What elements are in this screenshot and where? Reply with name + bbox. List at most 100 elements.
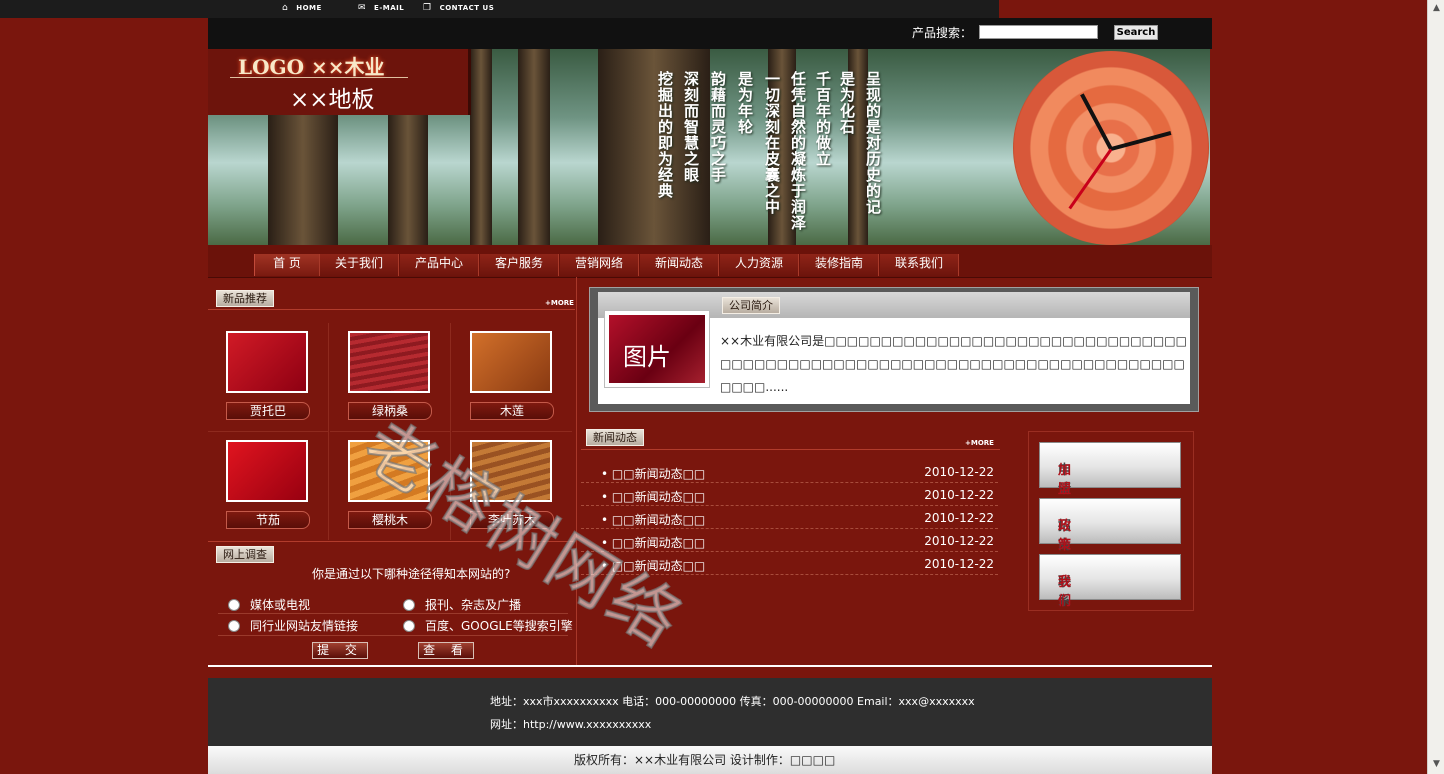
news-item[interactable]: • □□新闻动态□□ 2010-12-22 bbox=[581, 483, 998, 506]
nav-item-marketing[interactable]: 营销网络 bbox=[560, 254, 639, 276]
product-card[interactable]: 节茄 bbox=[208, 432, 329, 540]
about-image[interactable]: 图片 bbox=[604, 310, 710, 388]
mail-icon: ✉ bbox=[358, 3, 367, 13]
news-more-link[interactable]: +MORE bbox=[965, 439, 994, 447]
logo-box[interactable]: LOGO ××木业 ××地板 bbox=[208, 49, 471, 115]
divider bbox=[218, 613, 568, 614]
about-panel: 公司简介 图片 ××木业有限公司是□□□□□□□□□□□□□□□□□□□□□□□… bbox=[589, 287, 1199, 412]
contact-us-button[interactable]: 联系 我们 bbox=[1039, 554, 1181, 609]
banner-poem-line: 是为年轮 bbox=[736, 71, 754, 135]
news-item[interactable]: • □□新闻动态□□ 2010-12-22 bbox=[581, 460, 998, 483]
radio-button[interactable] bbox=[403, 599, 415, 611]
home-icon: ⌂ bbox=[282, 3, 289, 13]
about-title: 公司简介 bbox=[722, 297, 780, 314]
news-item-date: 2010-12-22 bbox=[924, 557, 994, 571]
copy-icon: ❐ bbox=[423, 3, 432, 13]
news-item-title[interactable]: • □□新闻动态□□ bbox=[601, 511, 705, 528]
investment-policy-button[interactable]: 招商 政策 bbox=[1039, 498, 1181, 553]
banner-poem-line: 深刻而智慧之眼 bbox=[682, 71, 700, 183]
contact-link[interactable]: ❐ CONTACT US bbox=[423, 3, 494, 13]
product-image[interactable] bbox=[226, 331, 308, 393]
banner: LOGO ××木业 ××地板 呈现的是对历史的记 是为化石 千百年的做立 任凭自… bbox=[208, 49, 1210, 245]
footer: 地址：xxx市xxxxxxxxxx 电话：000-00000000 传真：000… bbox=[208, 678, 1212, 746]
divider bbox=[218, 635, 568, 636]
vertical-scrollbar[interactable]: ▲ ▼ bbox=[1427, 0, 1444, 774]
clock-hand bbox=[1080, 93, 1113, 150]
radio-button[interactable] bbox=[228, 620, 240, 632]
divider bbox=[581, 449, 1000, 450]
footer-website: 网址：http://www.xxxxxxxxxx bbox=[490, 718, 652, 731]
clock-second-hand bbox=[1068, 148, 1113, 210]
banner-poem-line: 一切深刻在皮囊之中 bbox=[763, 71, 781, 215]
divider bbox=[208, 309, 575, 310]
radio-button[interactable] bbox=[403, 620, 415, 632]
banner-poem-line: 千百年的做立 bbox=[814, 71, 832, 167]
side-links: 申请 加盟 招商 政策 联系 我们 bbox=[1028, 431, 1194, 611]
radio-button[interactable] bbox=[228, 599, 240, 611]
scroll-down-icon[interactable]: ▼ bbox=[1428, 756, 1444, 773]
home-link[interactable]: ⌂ HOME bbox=[282, 3, 322, 13]
search-button[interactable]: Search bbox=[1114, 25, 1158, 40]
product-image[interactable] bbox=[348, 331, 430, 393]
footer-address: 地址：xxx市xxxxxxxxxx 电话：000-00000000 传真：000… bbox=[490, 695, 975, 708]
product-name[interactable]: 节茄 bbox=[226, 511, 310, 529]
poll-view-button[interactable]: 查 看 bbox=[418, 642, 474, 659]
product-image[interactable] bbox=[470, 331, 552, 393]
image-placeholder: 图片 bbox=[609, 315, 705, 383]
nav-item-service[interactable]: 客户服务 bbox=[480, 254, 559, 276]
nav-item-guide[interactable]: 装修指南 bbox=[800, 254, 879, 276]
product-name[interactable]: 贾托巴 bbox=[226, 402, 310, 420]
footer-copyright-bar: 版权所有：××木业有限公司 设计制作：□□□□ bbox=[208, 746, 1212, 774]
news-item-date: 2010-12-22 bbox=[924, 511, 994, 525]
nav-item-home[interactable]: 首 页 bbox=[254, 254, 320, 276]
about-body: 图片 ××木业有限公司是□□□□□□□□□□□□□□□□□□□□□□□□□□□□… bbox=[598, 310, 1190, 404]
product-name[interactable]: 木莲 bbox=[470, 402, 554, 420]
search-label: 产品搜索： bbox=[912, 26, 973, 40]
nav-item-about[interactable]: 关于我们 bbox=[320, 254, 399, 276]
logo-subtitle: ××地板 bbox=[290, 87, 375, 113]
poll-question: 你是通过以下哪种途径得知本网站的? bbox=[312, 567, 511, 581]
email-link[interactable]: ✉ E-MAIL bbox=[358, 3, 404, 13]
logo-divider bbox=[230, 77, 408, 78]
product-card[interactable]: 贾托巴 bbox=[208, 323, 329, 432]
tree-trunk bbox=[518, 49, 550, 245]
poll-option[interactable]: 媒体或电视 bbox=[228, 596, 310, 613]
scroll-up-icon[interactable]: ▲ bbox=[1428, 0, 1444, 17]
poll-option[interactable]: 百度、GOOGLE等搜索引擎 bbox=[403, 617, 573, 634]
main-nav: 首 页 关于我们 产品中心 客户服务 营销网络 新闻动态 人力资源 装修指南 联… bbox=[208, 245, 1212, 278]
news-item-date: 2010-12-22 bbox=[924, 465, 994, 479]
new-products-title: 新品推荐 bbox=[216, 290, 274, 307]
nav-item-contact[interactable]: 联系我们 bbox=[880, 254, 959, 276]
join-button[interactable]: 申请 加盟 bbox=[1039, 442, 1181, 497]
nav-item-news[interactable]: 新闻动态 bbox=[640, 254, 719, 276]
product-image[interactable] bbox=[226, 440, 308, 502]
footer-separator bbox=[208, 665, 1212, 667]
tree-trunk bbox=[470, 49, 492, 245]
banner-poem-line: 呈现的是对历史的记 bbox=[864, 71, 882, 215]
new-products-more-link[interactable]: +MORE bbox=[545, 299, 574, 307]
banner-poem-line: 任凭自然的凝炼于润泽 bbox=[789, 71, 807, 231]
news-title: 新闻动态 bbox=[586, 429, 644, 446]
logo: LOGO ××木业 bbox=[238, 55, 385, 79]
nav-item-products[interactable]: 产品中心 bbox=[400, 254, 479, 276]
search-input[interactable] bbox=[979, 25, 1098, 39]
poll-submit-button[interactable]: 提 交 bbox=[312, 642, 368, 659]
poll-option[interactable]: 同行业网站友情链接 bbox=[228, 617, 358, 634]
banner-poem-line: 是为化石 bbox=[838, 71, 856, 135]
search-bar: 产品搜索： Search bbox=[208, 18, 1212, 49]
product-card[interactable]: 木莲 bbox=[452, 323, 572, 432]
about-text: ××木业有限公司是□□□□□□□□□□□□□□□□□□□□□□□□□□□□□□□… bbox=[720, 334, 1187, 394]
news-item-date: 2010-12-22 bbox=[924, 534, 994, 548]
page-container: 产品搜索： Search LOGO ××木业 ××地板 呈现的是对历史的记 是为… bbox=[208, 18, 1212, 774]
news-item-title[interactable]: • □□新闻动态□□ bbox=[601, 488, 705, 505]
banner-poem-line: 韵藉而灵巧之手 bbox=[709, 71, 727, 183]
banner-poem-line: 挖掘出的即为经典 bbox=[656, 71, 674, 199]
news-item[interactable]: • □□新闻动态□□ 2010-12-22 bbox=[581, 506, 998, 529]
poll-option[interactable]: 报刊、杂志及广播 bbox=[403, 596, 521, 613]
news-item-date: 2010-12-22 bbox=[924, 488, 994, 502]
clock-hand bbox=[1110, 131, 1172, 151]
top-links-bar: ⌂ HOME ✉ E-MAIL ❐ CONTACT US bbox=[0, 0, 999, 18]
nav-item-hr[interactable]: 人力资源 bbox=[720, 254, 799, 276]
image-placeholder-label: 图片 bbox=[623, 343, 671, 371]
news-item-title[interactable]: • □□新闻动态□□ bbox=[601, 465, 705, 482]
